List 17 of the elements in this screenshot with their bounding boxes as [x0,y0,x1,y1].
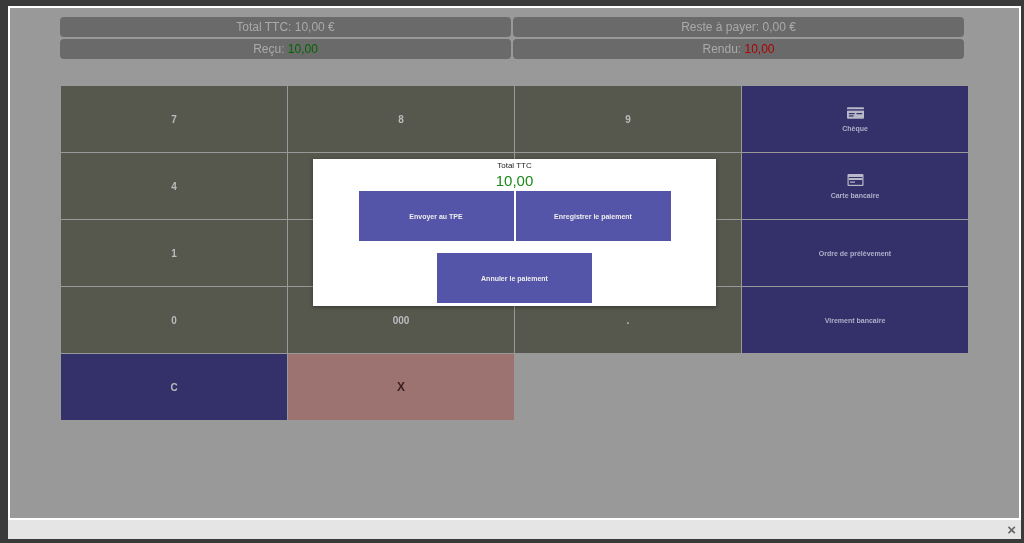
total-amount: 10,00 [495,172,534,189]
summary-text: Total TTC: 10,00 € [236,20,335,34]
keypad-key[interactable]: 9 [515,86,741,152]
keypad-key[interactable]: 1 [61,220,287,286]
keypad-key[interactable]: 4 [61,153,287,219]
credit-card-icon [846,173,864,186]
clear-key[interactable]: C [61,354,287,420]
close-icon[interactable]: × [1007,522,1016,537]
summary-text: Rendu: 10,00 [702,42,775,56]
keypad-key[interactable]: 7 [61,86,287,152]
summary-text: Reste à payer: 0,00 € [681,20,796,34]
cancel-key[interactable]: X [288,354,514,420]
dialog-title: Total TTC [497,161,532,170]
keypad-key[interactable]: 0 [61,287,287,353]
keypad-key[interactable]: 8 [288,86,514,152]
summary-text: Reçu: 10,00 [253,42,318,56]
cheque-icon [846,106,864,119]
